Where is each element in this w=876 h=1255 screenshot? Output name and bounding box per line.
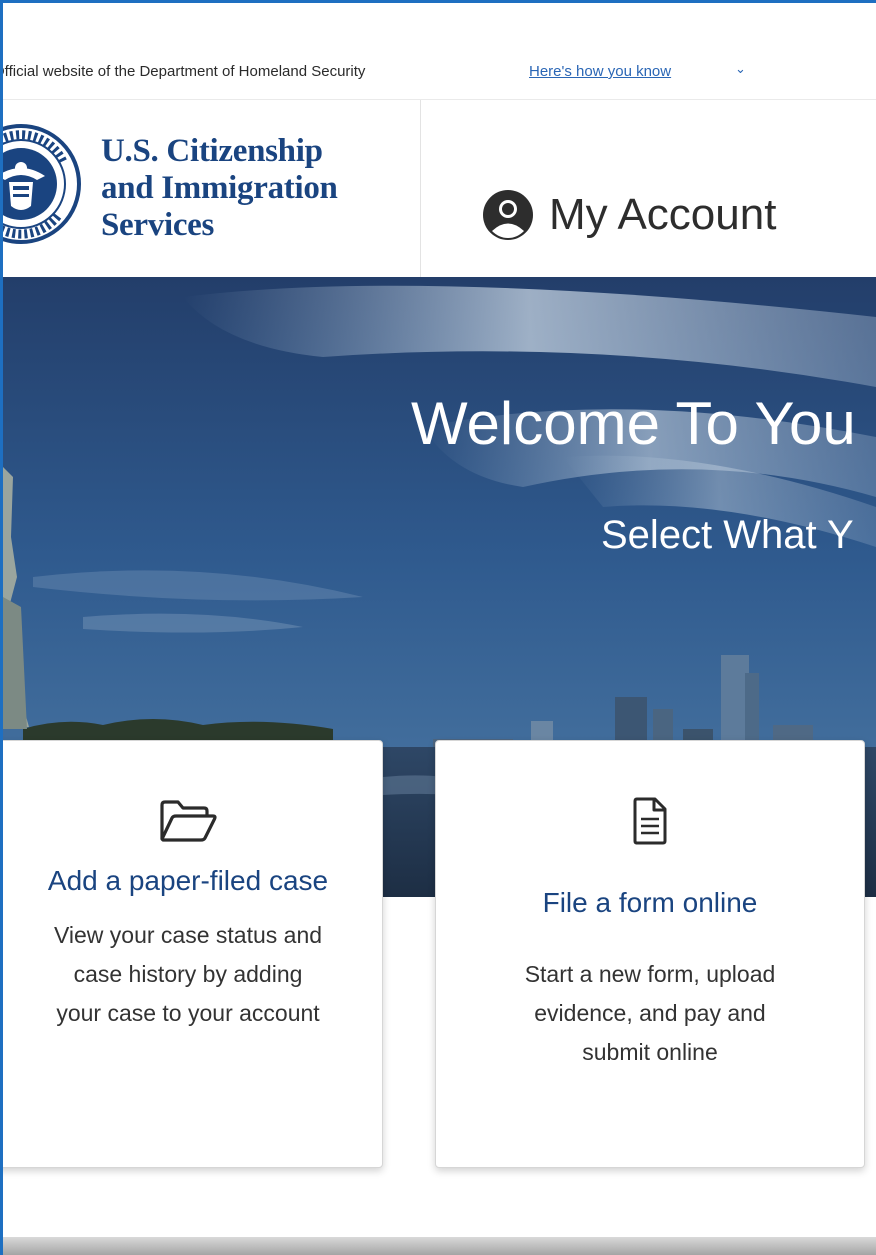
agency-name[interactable]: U.S. Citizenship and Immigration Service… — [101, 133, 338, 244]
my-account-button[interactable]: My Account — [481, 188, 776, 242]
card-description-line: evidence, and pay and — [534, 1000, 766, 1026]
header-divider — [420, 100, 421, 278]
heres-how-you-know-link[interactable]: Here's how you know — [529, 63, 671, 80]
site-header: U.S. Citizenship and Immigration Service… — [3, 99, 876, 278]
page-bottom-edge — [3, 1237, 876, 1255]
card-description-line: Start a new form, upload — [524, 961, 776, 987]
gov-banner: Official website of the Department of Ho… — [3, 3, 876, 99]
folder-open-icon — [160, 800, 217, 842]
my-account-label: My Account — [549, 190, 777, 239]
welcome-heading: Welcome To You — [411, 390, 856, 457]
card-title: Add a paper-filed case — [47, 865, 329, 896]
agency-name-line: and Immigration — [101, 170, 338, 206]
gov-banner-text: Official website of the Department of Ho… — [0, 63, 366, 80]
file-form-online-card[interactable]: File a form online Start a new form, upl… — [435, 740, 865, 1168]
browser-frame: Official website of the Department of Ho… — [0, 0, 876, 1255]
hero-subtitle: Select What Y — [601, 513, 854, 557]
card-title: File a form online — [542, 887, 758, 918]
card-description-line: case history by adding — [73, 961, 303, 987]
document-icon — [633, 797, 667, 845]
card-description: Start a new form, upload evidence, and p… — [436, 955, 864, 1072]
card-description-line: submit online — [582, 1039, 718, 1065]
card-description-line: View your case status and — [53, 922, 323, 948]
agency-name-line: U.S. Citizenship — [101, 133, 323, 169]
add-paper-filed-case-card[interactable]: Add a paper-filed case View your case st… — [3, 740, 383, 1168]
user-circle-icon — [483, 190, 533, 240]
dhs-seal-icon[interactable] — [3, 122, 81, 251]
card-description-line: your case to your account — [56, 1000, 320, 1026]
card-description: View your case status and case history b… — [3, 916, 382, 1033]
chevron-down-icon[interactable]: ⌄ — [735, 61, 746, 77]
agency-name-line: Services — [101, 207, 215, 243]
